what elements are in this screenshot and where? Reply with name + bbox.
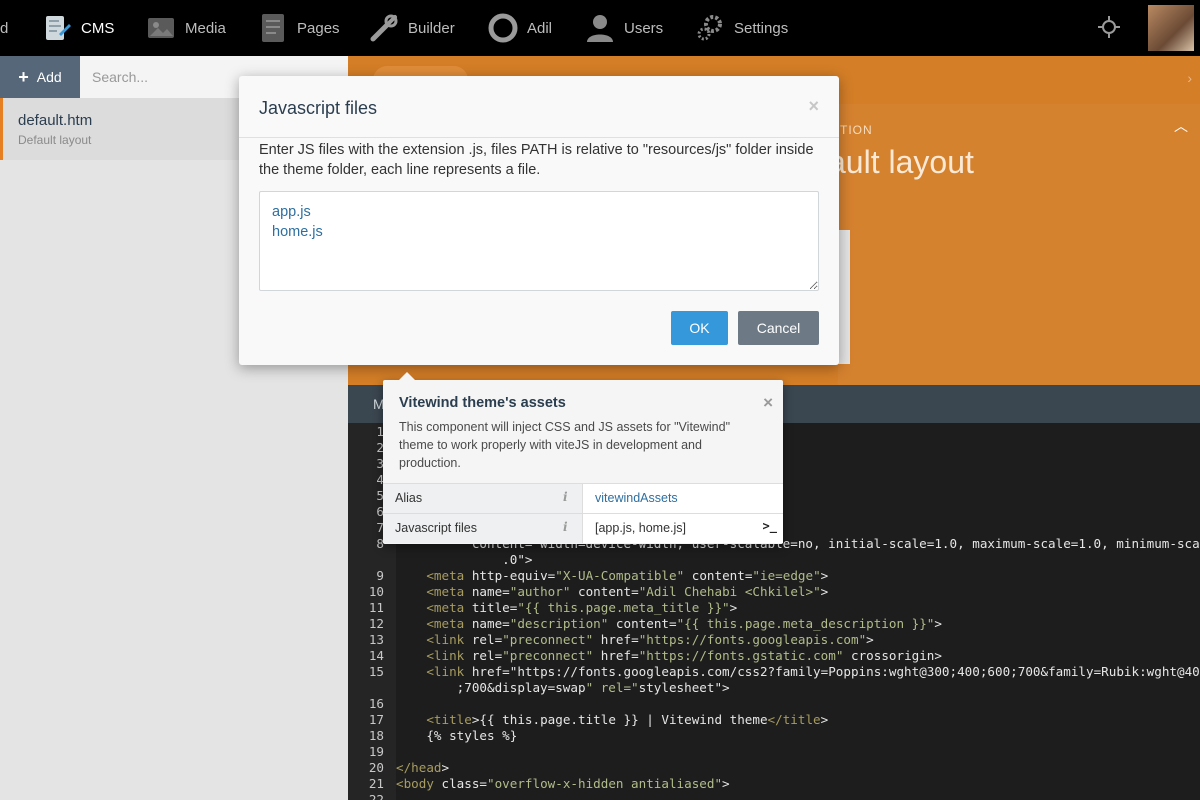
line-number: 11	[368, 600, 384, 615]
cms-icon	[42, 13, 72, 43]
line-text: <link rel="preconnect" href="https://fon…	[426, 632, 874, 647]
line-number: 14	[368, 648, 384, 663]
line-number: 7	[376, 520, 384, 535]
line-number: 5	[376, 488, 384, 503]
property-label: Alias	[383, 484, 583, 513]
modal-header: Javascript files ×	[239, 76, 839, 138]
nav-item-label: Users	[624, 19, 664, 37]
nav-item-label: d	[0, 19, 9, 37]
search-placeholder: Search...	[92, 69, 149, 85]
line-number: 22	[368, 792, 384, 800]
nav-item-dashboard[interactable]: d	[0, 0, 12, 56]
line-number: 4	[376, 472, 384, 487]
nav-item-cms[interactable]: CMS	[42, 0, 114, 56]
nav-item-label: Builder	[408, 19, 455, 37]
property-label: Javascript files	[383, 514, 583, 543]
nav-item-label: Adil	[527, 19, 553, 37]
terminal-icon[interactable]: >_	[763, 519, 777, 533]
nav-item-label: CMS	[81, 19, 115, 37]
line-number: 17	[368, 712, 384, 727]
chevron-right-icon[interactable]: ›	[1187, 70, 1192, 86]
chevron-up-icon[interactable]: ︿	[1174, 116, 1188, 136]
line-number: 1	[376, 424, 384, 439]
add-button[interactable]: + Add	[0, 56, 80, 98]
line-number: 20	[368, 760, 384, 775]
line-text: <meta name="description" content="{{ thi…	[426, 616, 942, 631]
lifebuoy-icon	[488, 13, 518, 43]
line-number: 18	[368, 728, 384, 743]
nav-item-label: Media	[185, 19, 226, 37]
property-row-javascript-files[interactable]: Javascript files i [app.js, home.js] >_	[383, 513, 783, 543]
line-text: .0">	[396, 552, 533, 567]
nav-item-label: Pages	[297, 19, 340, 37]
line-text: <title>{{ this.page.title }} | Vitewind …	[426, 712, 829, 727]
line-number: 8	[376, 536, 384, 551]
avatar[interactable]	[1148, 5, 1194, 51]
inspector-title: Vitewind theme's assets	[399, 395, 566, 411]
nav-item-pages[interactable]: Pages	[258, 0, 340, 56]
modal-description: Enter JS files with the extension .js, f…	[259, 142, 814, 178]
cancel-button[interactable]: Cancel	[738, 311, 819, 345]
user-icon	[585, 13, 615, 43]
line-text: <link rel="preconnect" href="https://fon…	[426, 648, 942, 663]
gear-icon	[695, 13, 725, 43]
section-label: TION	[840, 123, 873, 137]
property-row-alias[interactable]: Alias i vitewindAssets	[383, 483, 783, 513]
property-value[interactable]: [app.js, home.js]	[595, 521, 686, 535]
nav-item-label: Settings	[734, 19, 789, 37]
line-text: <meta http-equiv="X-UA-Compatible" conte…	[426, 568, 829, 583]
popover-arrow	[399, 372, 415, 380]
line-number: 10	[368, 584, 384, 599]
nav-item-media[interactable]: Media	[146, 0, 226, 56]
line-text: ;700&display=swap" rel="stylesheet">	[396, 680, 730, 695]
info-icon[interactable]: i	[563, 520, 568, 534]
media-icon	[146, 13, 176, 43]
line-text: {% styles %}	[396, 728, 518, 743]
line-number: 9	[376, 568, 384, 583]
nav-item-builder[interactable]: Builder	[369, 0, 455, 56]
inspector-description: This component will inject CSS and JS as…	[399, 420, 731, 470]
line-number: 6	[376, 504, 384, 519]
component-inspector: Vitewind theme's assets × This component…	[383, 372, 783, 544]
info-icon[interactable]: i	[563, 490, 568, 504]
modal-title: Javascript files	[259, 98, 378, 118]
line-text: <meta title="{{ this.page.meta_title }}"…	[426, 600, 738, 615]
nav-item-settings[interactable]: Settings	[695, 0, 788, 56]
line-number: 13	[368, 632, 384, 647]
ok-button[interactable]: OK	[671, 311, 728, 345]
line-number: 2	[376, 440, 384, 455]
layout-title: ault layout	[828, 144, 974, 180]
close-icon[interactable]: ×	[763, 393, 773, 413]
line-number: 16	[368, 696, 384, 711]
line-text: <link href="https://fonts.googleapis.com…	[426, 664, 1200, 679]
line-text: <body class="overflow-x-hidden antialias…	[396, 776, 730, 791]
nav-item-adil[interactable]: Adil	[488, 0, 552, 56]
nav-item-users[interactable]: Users	[585, 0, 663, 56]
close-icon[interactable]: ×	[808, 96, 819, 117]
pages-icon	[258, 13, 288, 43]
crosshair-icon[interactable]	[1098, 16, 1120, 38]
line-number: 15	[368, 664, 384, 679]
line-number: 12	[368, 616, 384, 631]
js-files-textarea[interactable]	[259, 191, 819, 291]
builder-icon	[369, 13, 399, 43]
javascript-files-modal: Javascript files × Enter JS files with t…	[239, 76, 839, 365]
plus-icon: +	[18, 67, 29, 87]
add-button-label: Add	[36, 69, 62, 85]
line-text: </head>	[396, 760, 450, 775]
line-number: 21	[368, 776, 384, 791]
line-number: 19	[368, 744, 384, 759]
property-value[interactable]: vitewindAssets	[595, 491, 678, 505]
top-navigation: d CMS Media Pages Builder Adil Users Set…	[0, 0, 1200, 56]
line-text: <meta name="author" content="Adil Chehab…	[426, 584, 829, 599]
line-number: 3	[376, 456, 384, 471]
